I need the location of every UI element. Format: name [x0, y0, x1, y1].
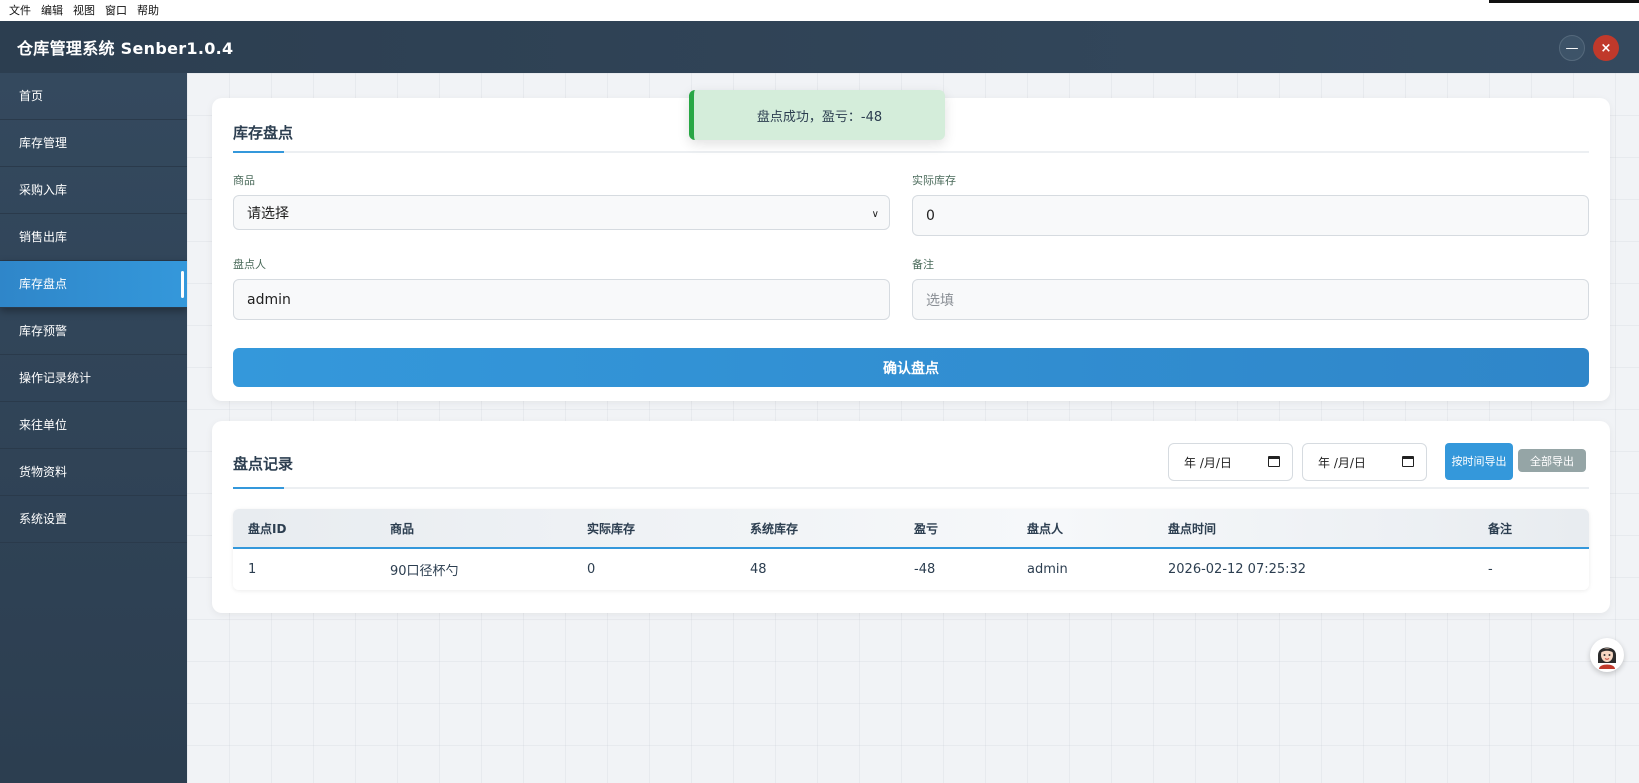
calendar-icon[interactable] [1402, 456, 1414, 467]
records-table: 盘点ID 商品 实际库存 系统库存 盈亏 盘点人 盘点时间 备注 1 90口径杯… [233, 509, 1589, 590]
confirm-stocktake-button[interactable]: 确认盘点 [233, 348, 1589, 387]
sidebar-item-settings[interactable]: 系统设置 [0, 496, 187, 543]
success-toast: 盘点成功，盈亏：-48 [689, 90, 945, 140]
end-date-input[interactable]: 年 /月/日 [1302, 443, 1427, 481]
column-header: 系统库存 [750, 521, 799, 536]
stocktake-records-card: 盘点记录 年 /月/日 年 /月/日 按时间导出 全部导出 盘点ID 商品 实际… [212, 421, 1610, 613]
table-cell: 1 [248, 562, 257, 577]
actual-stock-input[interactable]: 0 [912, 195, 1589, 236]
os-menubar: 文件 编辑 视图 窗口 帮助 [0, 0, 1639, 21]
table-cell: 0 [587, 562, 596, 577]
menu-window[interactable]: 窗口 [100, 0, 132, 21]
note-label: 备注 [912, 258, 934, 271]
minimize-button[interactable]: — [1559, 35, 1585, 61]
top-edge-line [1489, 0, 1639, 3]
chevron-down-icon: ∨ [871, 209, 879, 220]
sidebar-item-stock-alert[interactable]: 库存预警 [0, 308, 187, 355]
sidebar: 首页 库存管理 采购入库 销售出库 库存盘点 库存预警 操作记录统计 来往单位 … [0, 73, 187, 783]
table-cell: 48 [750, 562, 767, 577]
menu-file[interactable]: 文件 [4, 0, 36, 21]
column-header: 盘点ID [248, 521, 287, 536]
menu-view[interactable]: 视图 [68, 0, 100, 21]
column-header: 商品 [390, 521, 415, 536]
note-input[interactable]: 选填 [912, 279, 1589, 320]
menu-edit[interactable]: 编辑 [36, 0, 68, 21]
column-header: 盘点人 [1027, 521, 1064, 536]
app-title: 仓库管理系统 Senber1.0.4 [17, 39, 234, 58]
product-select-value: 请选择 [247, 205, 289, 222]
table-cell: -48 [914, 562, 936, 577]
close-icon: × [1600, 40, 1612, 56]
sidebar-item-inventory[interactable]: 库存管理 [0, 120, 187, 167]
calendar-icon[interactable] [1268, 456, 1280, 467]
table-cell: admin [1027, 562, 1068, 577]
main-content: 库存盘点 商品 请选择 ∨ 实际库存 0 盘点人 admin 备注 选填 确认盘… [187, 73, 1639, 783]
export-all-button[interactable]: 全部导出 [1518, 449, 1586, 472]
column-header: 实际库存 [587, 521, 636, 536]
table-row: 1 90口径杯勺 0 48 -48 admin 2026-02-12 07:25… [233, 549, 1589, 590]
close-button[interactable]: × [1593, 35, 1619, 61]
column-header: 盘点时间 [1168, 521, 1217, 536]
end-date-placeholder: 年 /月/日 [1318, 455, 1366, 470]
menu-help[interactable]: 帮助 [132, 0, 164, 21]
stocktake-title-divider [233, 151, 1589, 153]
column-header: 备注 [1488, 521, 1513, 536]
actual-stock-label: 实际库存 [912, 174, 956, 187]
app-header: 仓库管理系统 Senber1.0.4 — × [0, 21, 1639, 73]
sidebar-item-partners[interactable]: 来往单位 [0, 402, 187, 449]
product-label: 商品 [233, 174, 255, 187]
table-cell: 90口径杯勺 [390, 564, 459, 579]
assistant-avatar[interactable] [1590, 638, 1624, 672]
table-cell: 2026-02-12 07:25:32 [1168, 562, 1307, 577]
avatar-icon [1598, 647, 1616, 669]
sidebar-item-goods[interactable]: 货物资料 [0, 449, 187, 496]
table-header: 盘点ID 商品 实际库存 系统库存 盈亏 盘点人 盘点时间 备注 [233, 509, 1589, 549]
sidebar-item-sales-out[interactable]: 销售出库 [0, 214, 187, 261]
product-select[interactable]: 请选择 ∨ [233, 195, 890, 230]
stocktake-form-card: 库存盘点 商品 请选择 ∨ 实际库存 0 盘点人 admin 备注 选填 确认盘… [212, 98, 1610, 401]
checker-label: 盘点人 [233, 258, 266, 271]
export-by-time-button[interactable]: 按时间导出 [1445, 443, 1513, 480]
records-title: 盘点记录 [233, 455, 294, 473]
sidebar-item-purchase-in[interactable]: 采购入库 [0, 167, 187, 214]
records-title-divider [233, 487, 1589, 489]
sidebar-item-home[interactable]: 首页 [0, 73, 187, 120]
sidebar-item-stocktake[interactable]: 库存盘点 [0, 261, 187, 308]
minimize-icon: — [1565, 40, 1579, 56]
start-date-input[interactable]: 年 /月/日 [1168, 443, 1293, 481]
start-date-placeholder: 年 /月/日 [1184, 455, 1232, 470]
stocktake-title: 库存盘点 [233, 124, 294, 142]
checker-input[interactable]: admin [233, 279, 890, 320]
sidebar-item-operation-stats[interactable]: 操作记录统计 [0, 355, 187, 402]
column-header: 盈亏 [914, 521, 939, 536]
table-cell: - [1488, 562, 1493, 577]
